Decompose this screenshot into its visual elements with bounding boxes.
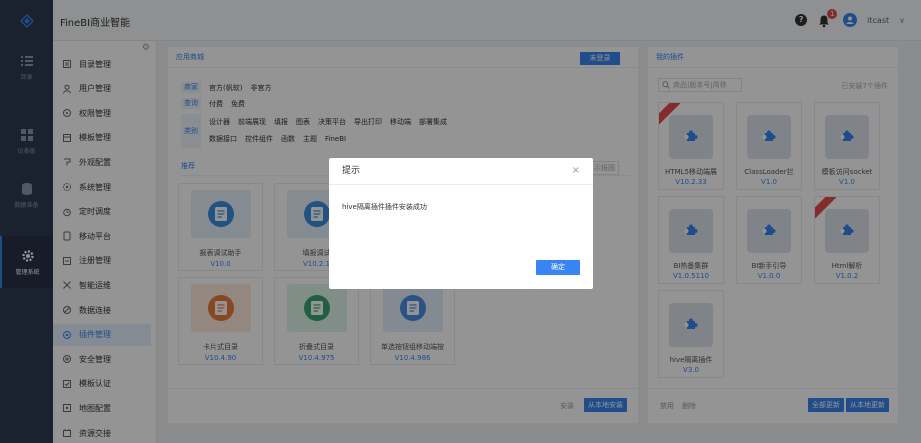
close-icon[interactable]: × [572, 165, 580, 177]
prompt-dialog: 提示 × hive隔离插件插件安装成功 确定 [329, 158, 593, 289]
dialog-message: hive隔离插件插件安装成功 [342, 203, 427, 211]
confirm-button[interactable]: 确定 [536, 260, 580, 275]
dialog-title: 提示 [329, 158, 593, 185]
